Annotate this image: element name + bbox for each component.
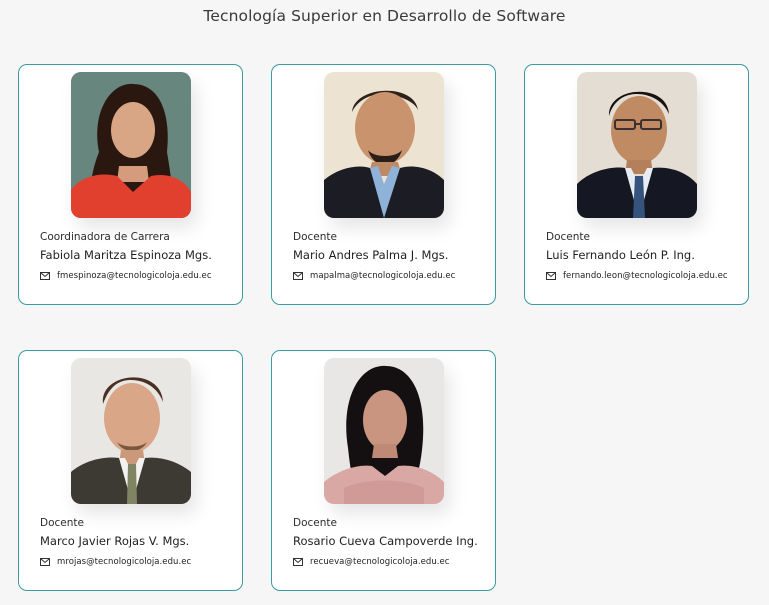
staff-email-link[interactable]: mrojas@tecnologicoloja.edu.ec bbox=[57, 557, 191, 567]
staff-photo bbox=[324, 358, 444, 504]
staff-photo bbox=[71, 358, 191, 504]
staff-name: Marco Javier Rojas V. Mgs. bbox=[40, 534, 190, 548]
staff-photo bbox=[577, 72, 697, 218]
staff-role: Coordinadora de Carrera bbox=[40, 231, 170, 243]
staff-card: Docente Marco Javier Rojas V. Mgs. mroja… bbox=[18, 350, 243, 591]
staff-card: Docente Mario Andres Palma J. Mgs. mapal… bbox=[271, 64, 496, 305]
email-row: mapalma@tecnologicoloja.edu.ec bbox=[293, 271, 455, 281]
staff-photo bbox=[324, 72, 444, 218]
envelope-icon bbox=[40, 558, 50, 566]
email-row: mrojas@tecnologicoloja.edu.ec bbox=[40, 557, 191, 567]
email-row: recueva@tecnologicoloja.edu.ec bbox=[293, 557, 450, 567]
staff-role: Docente bbox=[293, 231, 337, 243]
envelope-icon bbox=[40, 272, 50, 280]
staff-card: Docente Rosario Cueva Campoverde Ing. re… bbox=[271, 350, 496, 591]
staff-email-link[interactable]: fmespinoza@tecnologicoloja.edu.ec bbox=[57, 271, 212, 281]
envelope-icon bbox=[546, 272, 556, 280]
staff-email-link[interactable]: mapalma@tecnologicoloja.edu.ec bbox=[310, 271, 455, 281]
envelope-icon bbox=[293, 272, 303, 280]
page: Tecnología Superior en Desarrollo de Sof… bbox=[0, 0, 769, 605]
staff-name: Rosario Cueva Campoverde Ing. bbox=[293, 534, 478, 548]
staff-photo bbox=[71, 72, 191, 218]
staff-role: Docente bbox=[546, 231, 590, 243]
staff-name: Luis Fernando León P. Ing. bbox=[546, 248, 695, 262]
email-row: fernando.leon@tecnologicoloja.edu.ec bbox=[546, 271, 728, 281]
staff-name: Mario Andres Palma J. Mgs. bbox=[293, 248, 449, 262]
staff-email-link[interactable]: recueva@tecnologicoloja.edu.ec bbox=[310, 557, 450, 567]
envelope-icon bbox=[293, 558, 303, 566]
staff-email-link[interactable]: fernando.leon@tecnologicoloja.edu.ec bbox=[563, 271, 728, 281]
email-row: fmespinoza@tecnologicoloja.edu.ec bbox=[40, 271, 212, 281]
staff-name: Fabiola Maritza Espinoza Mgs. bbox=[40, 248, 212, 262]
staff-card: Docente Luis Fernando León P. Ing. ferna… bbox=[524, 64, 749, 305]
page-title: Tecnología Superior en Desarrollo de Sof… bbox=[203, 7, 566, 25]
staff-role: Docente bbox=[40, 517, 84, 529]
staff-card: Coordinadora de Carrera Fabiola Maritza … bbox=[18, 64, 243, 305]
staff-role: Docente bbox=[293, 517, 337, 529]
